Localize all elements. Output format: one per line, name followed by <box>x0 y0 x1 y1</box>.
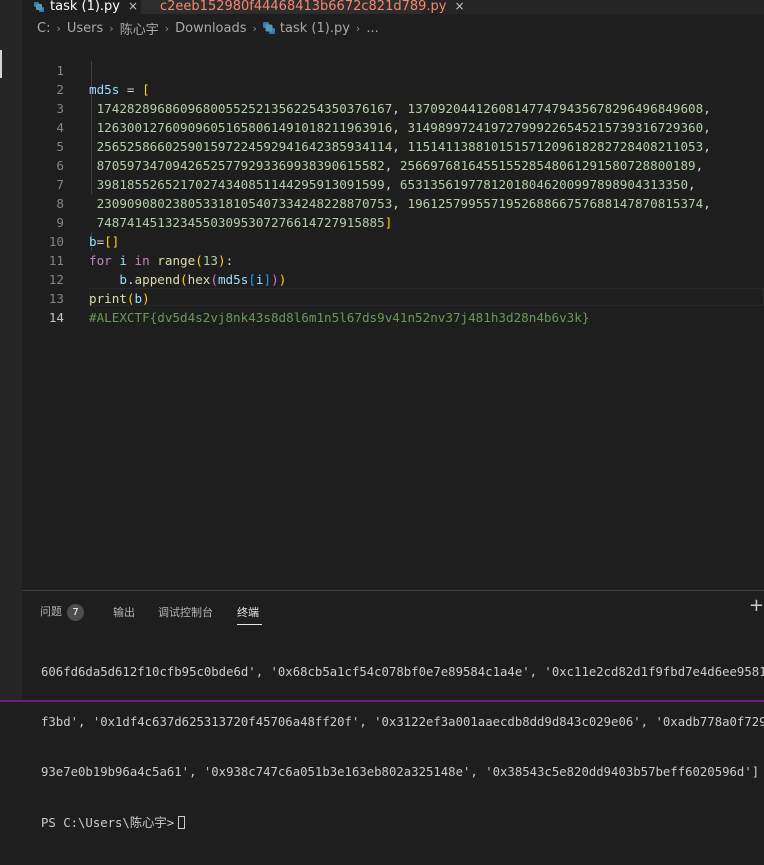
code-line: 6 39818552652170274340851144295913091599… <box>22 137 764 192</box>
code-line: 3 12630012760909605165806149101821196391… <box>22 80 764 135</box>
code-line: 4 25652586602590159722459294164238593411… <box>22 99 764 154</box>
code-line: 7 23090908023805331810540733424822887075… <box>22 156 764 211</box>
tab-task-py[interactable]: task (1).py × <box>22 0 140 14</box>
tab-problems[interactable]: 问题 7 <box>40 603 84 621</box>
terminal-cursor <box>178 815 186 829</box>
terminal-prompt: PS C:\Users\陈心宇> <box>41 815 175 830</box>
terminal-line: 93e7e0b19b96a4c5a61', '0x938c747c6a051b3… <box>41 765 760 780</box>
close-icon[interactable]: × <box>454 0 464 13</box>
breadcrumb-users[interactable]: Users <box>67 21 103 36</box>
tab-label: task (1).py <box>50 0 120 14</box>
breadcrumb-file[interactable]: task (1).py <box>280 21 350 36</box>
breadcrumb-user-folder[interactable]: 陈心宇 <box>120 19 159 38</box>
tab-label: c2eeb152980f44468413b6672c821d789.py <box>160 0 447 14</box>
breadcrumb-drive[interactable]: C: <box>37 21 50 36</box>
activity-bar <box>0 0 22 702</box>
terminal-line: f3bd', '0x1df4c637d625313720f45706a48ff2… <box>41 714 764 729</box>
terminal-prompt-line: PS C:\Users\陈心宇> <box>41 815 761 832</box>
close-icon[interactable]: × <box>128 0 138 13</box>
code-line: 12 print(b) <box>22 251 764 306</box>
chevron-right-icon: › <box>164 21 170 35</box>
active-tab-underline <box>237 624 262 625</box>
editor-tab-bar: task (1).py × c2eeb152980f44468413b6672c… <box>22 0 764 14</box>
chevron-right-icon: › <box>355 21 361 35</box>
code-line: 14 <box>22 289 764 325</box>
tab-c2eeb-py[interactable]: c2eeb152980f44468413b6672c821d789.py × <box>142 0 465 14</box>
tab-output[interactable]: 输出 <box>113 604 135 620</box>
code-line: 5 87059734709426525779293369938390615582… <box>22 118 764 173</box>
chevron-right-icon: › <box>252 21 257 35</box>
tab-problems-label: 问题 <box>40 605 62 618</box>
tab-debug-console[interactable]: 调试控制台 <box>158 604 213 620</box>
breadcrumb-downloads[interactable]: Downloads <box>175 21 246 36</box>
code-line: 8 74874145132345503095307276614727915885… <box>22 175 764 230</box>
terminal-line: 606fd6da5d612f10cfb95c0bde6d', '0x68cb5a… <box>41 664 764 679</box>
activity-active-indicator <box>0 50 2 78</box>
token-comment: #ALEXCTF{dv5d4s2vj8nk43s8d8l6m1n5l67ds9v… <box>89 310 590 325</box>
breadcrumb-more[interactable]: ... <box>366 21 378 36</box>
tab-terminal[interactable]: 终端 <box>237 604 259 620</box>
code-line: 2 17428289686096800552521356225435037616… <box>22 61 764 116</box>
terminal-output[interactable]: 606fd6da5d612f10cfb95c0bde6d', '0x68cb5a… <box>41 630 764 865</box>
panel-tab-bar: 问题 7 输出 调试控制台 终端 + <box>22 591 764 631</box>
python-file-icon <box>34 2 44 12</box>
code-line: 13 #ALEXCTF{dv5d4s2vj8nk43s8d8l6m1n5l67d… <box>22 270 764 325</box>
chevron-right-icon: › <box>56 21 61 35</box>
code-line: 1 md5s = [ <box>22 42 764 97</box>
code-line: 10 for i in range(13): <box>22 213 764 268</box>
problems-count-badge: 7 <box>67 604 84 621</box>
code-line: 9 b=[] <box>22 194 764 249</box>
code-line: 11 b.append(hex(md5s[i])) <box>22 232 764 287</box>
bottom-panel: 问题 7 输出 调试控制台 终端 + 606fd6da5d612f10cfb95c… <box>22 590 764 830</box>
breadcrumb: C: › Users › 陈心宇 › Downloads › task (1).… <box>22 14 764 42</box>
plus-icon[interactable]: + <box>749 597 764 615</box>
python-file-icon <box>262 22 275 34</box>
line-number: 14 <box>48 310 64 325</box>
code-editor[interactable]: 1 md5s = [ 2 174282896860968005525213562… <box>22 42 764 590</box>
chevron-right-icon: › <box>109 21 114 35</box>
